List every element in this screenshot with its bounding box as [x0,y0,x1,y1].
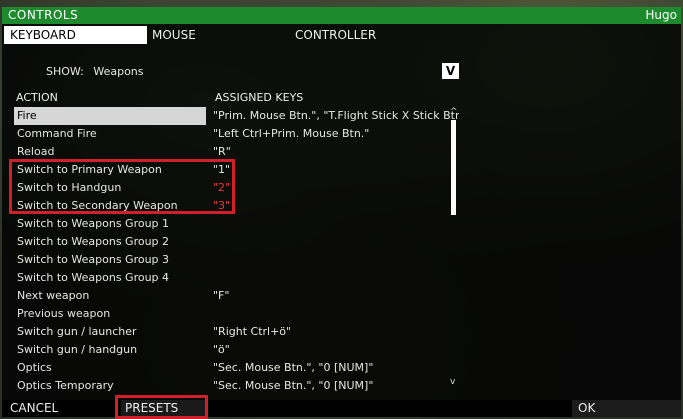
tab-controller[interactable]: CONTROLLER [295,26,376,44]
table-row[interactable]: Switch to Weapons Group 4 [14,269,454,287]
scrollbar-thumb[interactable] [451,120,456,215]
action-name[interactable]: Switch to Weapons Group 4 [14,269,206,287]
show-filter: SHOW: Weapons [46,64,144,80]
table-row[interactable]: Switch to Weapons Group 2 [14,233,454,251]
table-row[interactable]: Previous weapon [14,305,454,323]
show-label: SHOW: [46,65,84,78]
table-row[interactable]: Switch to Weapons Group 1 [14,215,454,233]
highlight-box-presets [115,395,208,419]
user-name: Hugo [645,8,677,22]
assigned-keys[interactable]: "3" [213,197,459,215]
cancel-button[interactable]: CANCEL [10,400,58,417]
tab-mouse[interactable]: MOUSE [152,26,196,44]
assigned-keys[interactable]: "2" [213,179,459,197]
assigned-keys[interactable]: "F" [213,287,459,305]
scroll-down-icon[interactable]: v [450,377,455,387]
action-name[interactable]: Fire [14,107,206,125]
action-name[interactable]: Optics Temporary [14,377,206,395]
action-name[interactable]: Switch to Weapons Group 3 [14,251,206,269]
chevron-down-icon[interactable]: V [442,63,459,79]
action-name[interactable]: Optics [14,359,206,377]
table-row[interactable]: Command Fire "Left Ctrl+Prim. Mouse Btn." [14,125,454,143]
assigned-keys[interactable]: "Prim. Mouse Btn.", "T.Flight Stick X St… [213,107,459,125]
bottom-bar: CANCEL PRESETS OK [2,400,681,417]
table-row[interactable]: Switch to Weapons Group 3 [14,251,454,269]
tab-keyboard[interactable]: KEYBOARD [4,26,147,44]
column-header-action: ACTION [16,91,58,104]
table-row[interactable]: Optics "Sec. Mouse Btn.", "0 [NUM]" [14,359,454,377]
column-header-keys: ASSIGNED KEYS [215,91,304,104]
title-bar: CONTROLS Hugo [2,7,681,24]
assigned-keys[interactable]: "Left Ctrl+Prim. Mouse Btn." [213,125,459,143]
action-name[interactable]: Command Fire [14,125,206,143]
ok-button[interactable]: OK [572,400,681,417]
assigned-keys[interactable]: "1" [213,161,459,179]
action-name[interactable]: Switch gun / launcher [14,323,206,341]
action-name[interactable]: Next weapon [14,287,206,305]
table-row[interactable]: Next weapon "F" [14,287,454,305]
actions-list: Fire "Prim. Mouse Btn.", "T.Flight Stick … [14,107,459,395]
action-name[interactable]: Switch gun / handgun [14,341,206,359]
tab-bar: KEYBOARD MOUSE CONTROLLER [2,26,681,44]
assigned-keys[interactable]: "R" [213,143,459,161]
action-name[interactable]: Previous weapon [14,305,206,323]
assigned-keys[interactable]: "Right Ctrl+ö" [213,323,459,341]
assigned-keys[interactable]: "Sec. Mouse Btn.", "0 [NUM]" [213,359,459,377]
action-name[interactable]: Switch to Weapons Group 1 [14,215,206,233]
window-title: CONTROLS [8,8,79,22]
table-row[interactable]: Fire "Prim. Mouse Btn.", "T.Flight Stick … [14,107,459,125]
assigned-keys[interactable]: "ö" [213,341,459,359]
table-row[interactable]: Switch gun / handgun "ö" [14,341,454,359]
show-value[interactable]: Weapons [93,65,143,78]
assigned-keys[interactable]: "Sec. Mouse Btn.", "0 [NUM]" [213,377,459,395]
table-row[interactable]: Switch gun / launcher "Right Ctrl+ö" [14,323,454,341]
highlight-box-weapon-keys [9,159,235,214]
scroll-up-icon[interactable]: ^ [450,107,458,117]
action-name[interactable]: Switch to Weapons Group 2 [14,233,206,251]
table-row[interactable]: Optics Temporary "Sec. Mouse Btn.", "0 [N… [14,377,454,395]
